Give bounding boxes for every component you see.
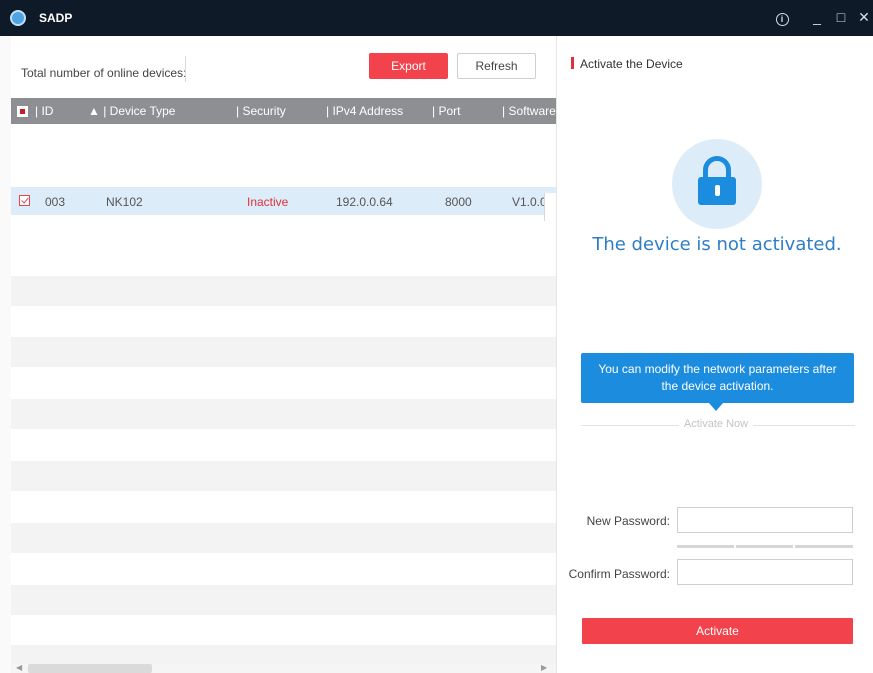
divider-line [753,425,855,426]
cell-security-status: Inactive [247,195,289,209]
column-header-port[interactable]: | Port [432,104,460,118]
horizontal-scrollbar[interactable]: ◀ ▶ [11,663,556,673]
close-button[interactable]: ✕ [855,8,873,26]
section-title: Activate the Device [580,57,683,71]
cell-id: 003 [45,195,66,209]
password-strength-bar-2 [736,545,793,548]
activate-button[interactable]: Activate [582,618,853,644]
refresh-button[interactable]: Refresh [457,53,536,79]
column-header-software[interactable]: | Software [502,104,556,118]
activation-pane: Activate the Device The device is not ac… [557,36,873,673]
total-devices-label: Total number of online devices: [21,66,187,80]
activation-status-text: The device is not activated. [592,234,842,255]
column-header-ipv4[interactable]: | IPv4 Address [326,104,403,118]
info-button[interactable]: i [773,8,791,26]
scroll-right-icon[interactable]: ▶ [541,663,547,672]
row-checkbox[interactable] [19,195,30,206]
tooltip-line-1: You can modify the network parameters af… [598,362,837,376]
column-header-device-type[interactable]: ▲ | Device Type [88,104,175,118]
select-all-checkbox[interactable] [17,106,28,117]
table-row[interactable]: 003 NK102 Inactive 192.0.0.64 8000 V1.0.… [11,187,556,215]
confirm-password-field[interactable] [677,559,853,585]
confirm-password-label: Confirm Password: [568,567,670,581]
maximize-button[interactable]: □ [832,8,850,26]
password-strength-bar-1 [677,545,734,548]
empty-row [11,337,556,367]
lock-body [698,177,736,205]
divider-line [581,425,679,426]
new-password-field[interactable] [677,507,853,533]
lock-keyhole [715,185,720,196]
column-header-security[interactable]: | Security [236,104,286,118]
activate-now-label: Activate Now [683,418,749,430]
cell-software: V1.0.0 [512,195,547,209]
empty-row [11,585,556,615]
new-password-label: New Password: [586,514,670,528]
empty-row [11,399,556,429]
section-marker [571,57,574,69]
export-button[interactable]: Export [369,53,448,79]
tooltip-line-2: the device activation. [661,379,774,393]
scroll-left-icon[interactable]: ◀ [16,663,22,672]
info-icon: i [775,13,789,26]
column-header-id[interactable]: | ID [35,104,53,118]
app-title: SADP [39,11,73,25]
app-logo-icon [10,10,26,26]
device-list-pane: Total number of online devices: Export R… [0,36,556,673]
row-edge [544,193,556,221]
empty-row [11,645,556,664]
scrollbar-thumb[interactable] [28,664,152,673]
tooltip-arrow [709,403,723,411]
minimize-button[interactable]: _ [808,8,826,26]
cell-device-type: NK102 [106,195,143,209]
empty-row [11,461,556,491]
cell-port: 8000 [445,195,472,209]
cell-ipv4: 192.0.0.64 [336,195,393,209]
lock-icon [672,139,762,229]
empty-row [11,276,556,306]
empty-row [11,523,556,553]
title-bar: SADP i _ □ ✕ [0,0,873,36]
password-strength-bar-3 [795,545,853,548]
table-header: | ID ▲ | Device Type | Security | IPv4 A… [11,98,556,124]
total-devices-count [185,56,211,82]
info-tooltip: You can modify the network parameters af… [581,353,854,403]
